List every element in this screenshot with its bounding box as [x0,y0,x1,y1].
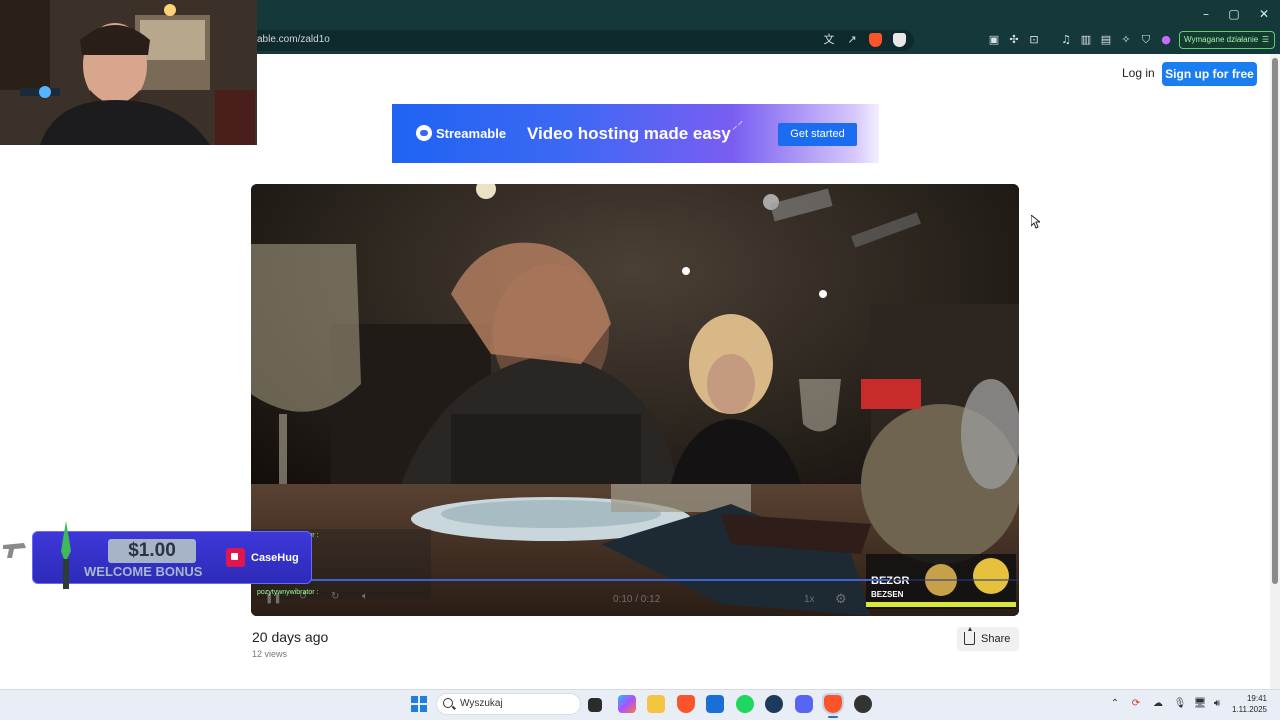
search-icon [443,698,453,708]
sidebar-icon[interactable]: ▥ [1079,33,1093,47]
share-icon [964,627,975,645]
brave-shields-icon[interactable] [869,33,882,47]
clock-time[interactable]: 19:41 [1233,694,1267,703]
network-icon[interactable]: 🖥︎ [1193,697,1207,711]
volume-icon[interactable]: 🔈︎ [362,591,368,602]
search-placeholder[interactable]: Wyszukaj [460,698,503,709]
maximize-button[interactable]: ▢ [1219,4,1249,24]
streamable-logo-icon [416,125,432,141]
streamer-webcam [0,0,257,145]
windows-taskbar [0,689,1280,720]
wallet-icon[interactable]: ▤ [1099,33,1113,47]
clock-date[interactable]: 1.11.2025 [1229,705,1267,714]
video-frame: BEZGR BEZSEN [251,184,1019,616]
pistol-icon [2,540,28,567]
get-started-button[interactable]: Get started [778,123,857,146]
close-button[interactable]: ✕ [1249,4,1279,24]
extensions-puzzle-icon[interactable]: ✣ [1007,33,1021,47]
bonus-amount: $1.00 [128,540,176,561]
chat-username: pozytywnywibrator : [257,589,319,596]
taskbar-search[interactable] [436,693,581,715]
required-action-label: Wymagane działanie [1184,35,1259,44]
obs-icon[interactable] [854,695,872,713]
video-progress-fill [251,579,888,581]
scrollbar-thumb[interactable] [1272,58,1278,584]
signup-button[interactable]: Sign up for free [1162,62,1257,86]
video-player[interactable]: BEZGR BEZSEN ❚❚ ↺ ↻ 🔈︎ 0:10 / 0:12 1x ⚙ … [251,184,1019,616]
extension-icon-1[interactable]: ▣ [987,33,1001,47]
webcam-frame [0,0,257,145]
tray-overflow-icon[interactable]: ⌃ [1108,697,1122,711]
sync-icon[interactable]: ⟳ [1129,697,1143,711]
vpn-shield-icon[interactable]: ⛉ [1139,33,1153,47]
share-page-icon[interactable]: ↗ [845,33,859,47]
brave-browser-icon[interactable] [677,695,695,713]
required-action-button[interactable]: Wymagane działanie ☰ [1179,31,1275,49]
menu-icon: ☰ [1261,35,1269,44]
speed-control[interactable]: 1x [804,594,815,605]
settings-gear-icon[interactable]: ⚙ [835,591,847,607]
welcome-bonus-text: WELCOME BONUS [84,564,203,579]
brave-active-icon[interactable] [822,693,844,715]
screenshot-icon[interactable]: ⊡ [1027,33,1041,47]
banner-brand: Streamable [436,126,507,141]
media-icon[interactable]: ♫ [1059,33,1073,47]
windows-start-icon[interactable] [411,696,427,712]
spotify-icon[interactable] [736,695,754,713]
profile-icon[interactable]: ● [1159,33,1173,47]
casehug-logo-icon [226,548,245,567]
minimize-button[interactable]: – [1191,4,1221,24]
microsoft-store-icon[interactable] [706,695,724,713]
time-display: 0:10 / 0:12 [613,594,661,605]
steam-icon[interactable] [765,695,783,713]
speaker-icon[interactable]: 🔊︎ [1210,697,1224,711]
svg-text:BEZSEN: BEZSEN [871,590,904,599]
active-app-indicator [828,716,838,718]
sparkle-icon: ⸝⸍ [732,120,743,132]
svg-text:BEZGR: BEZGR [871,575,910,587]
microphone-icon[interactable]: 🎙︎ [1173,697,1187,711]
brave-rewards-icon[interactable] [893,33,906,47]
casehug-brand: CaseHug [251,552,299,564]
banner-tagline: Video hosting made easy [527,124,731,143]
file-explorer-icon[interactable] [647,695,665,713]
discord-icon[interactable] [795,695,813,713]
forward-icon[interactable]: ↻ [331,591,339,602]
knife-icon [55,521,77,596]
task-view-icon[interactable] [588,698,602,712]
login-link[interactable]: Log in [1122,66,1155,80]
onedrive-icon[interactable]: ☁ [1151,697,1165,711]
address-bar-url[interactable]: able.com/zald1o [257,34,330,45]
view-count: 12 views [252,649,288,659]
leo-ai-icon[interactable]: ✧ [1119,33,1133,47]
translate-icon[interactable]: 文 [822,33,836,47]
posted-time: 20 days ago [252,629,329,645]
copilot-icon[interactable] [618,695,636,713]
